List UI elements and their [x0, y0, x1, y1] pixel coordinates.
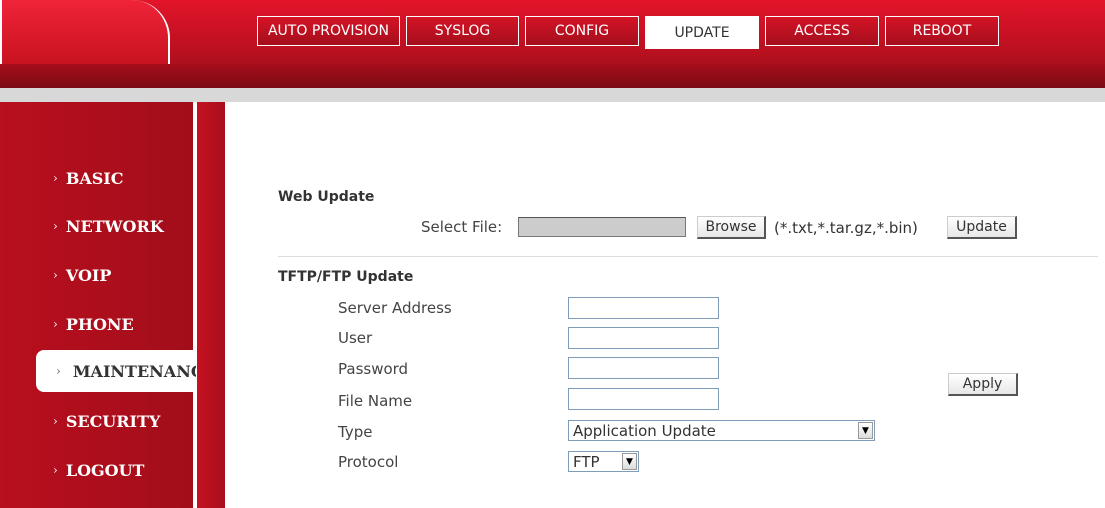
top-tabs: AUTO PROVISION SYSLOG CONFIG UPDATE ACCE… — [257, 16, 999, 49]
type-select-value: Application Update — [573, 421, 716, 440]
chevron-right-icon: › — [53, 219, 58, 233]
chevron-right-icon: › — [53, 463, 58, 477]
tab-config[interactable]: CONFIG — [525, 16, 639, 46]
browse-button[interactable]: Browse — [697, 216, 766, 239]
tab-update[interactable]: UPDATE — [645, 16, 759, 49]
sidebar-item-basic[interactable]: › BASIC — [0, 158, 193, 198]
file-type-hint: (*.txt,*.tar.gz,*.bin) — [774, 219, 918, 237]
chevron-right-icon: › — [53, 171, 58, 185]
sidebar-item-label: VOIP — [65, 265, 112, 285]
tab-access[interactable]: ACCESS — [765, 16, 879, 46]
header-bottom-band — [0, 64, 1105, 88]
server-address-input[interactable] — [568, 297, 719, 319]
sidebar-item-logout[interactable]: › LOGOUT — [0, 450, 193, 490]
sidebar-item-phone[interactable]: › PHONE — [0, 304, 193, 344]
protocol-select[interactable]: FTP ▼ — [568, 451, 639, 472]
section-divider — [278, 256, 1098, 257]
sidebar-item-label: NETWORK — [65, 216, 164, 236]
password-input[interactable] — [568, 357, 719, 379]
file-path-field[interactable] — [518, 217, 686, 237]
chevron-right-icon: › — [53, 268, 58, 282]
logo-curve — [0, 0, 170, 64]
sidebar-item-label: PHONE — [65, 314, 134, 334]
protocol-label: Protocol — [338, 453, 399, 471]
sidebar-item-label: BASIC — [65, 168, 124, 188]
chevron-right-icon: › — [53, 414, 58, 428]
tab-auto-provision[interactable]: AUTO PROVISION — [257, 16, 400, 46]
chevron-down-icon[interactable]: ▼ — [622, 453, 637, 470]
file-name-input[interactable] — [568, 388, 719, 410]
apply-button[interactable]: Apply — [948, 373, 1018, 396]
user-input[interactable] — [568, 327, 719, 349]
type-select[interactable]: Application Update ▼ — [568, 420, 875, 441]
password-label: Password — [338, 360, 409, 378]
sidebar-item-label: MAINTENANCE — [72, 361, 196, 381]
top-header: AUTO PROVISION SYSLOG CONFIG UPDATE ACCE… — [0, 0, 1105, 88]
select-file-label: Select File: — [421, 218, 503, 236]
server-address-label: Server Address — [338, 299, 452, 317]
chevron-right-icon: › — [53, 317, 58, 331]
chevron-right-icon: › — [56, 364, 61, 378]
tftp-update-title: TFTP/FTP Update — [278, 269, 414, 285]
chevron-down-icon[interactable]: ▼ — [858, 422, 873, 439]
tab-reboot[interactable]: REBOOT — [885, 16, 999, 46]
header-separator — [0, 88, 1105, 102]
protocol-select-value: FTP — [573, 452, 600, 471]
user-label: User — [338, 329, 373, 347]
sidebar-item-maintenance[interactable]: › MAINTENANCE — [36, 350, 196, 392]
tab-syslog[interactable]: SYSLOG — [406, 16, 519, 46]
sidebar-item-security[interactable]: › SECURITY — [0, 401, 193, 441]
web-update-title: Web Update — [278, 189, 375, 205]
sidebar-item-label: LOGOUT — [65, 460, 145, 480]
sidebar-item-network[interactable]: › NETWORK — [0, 206, 193, 246]
sidebar-item-label: SECURITY — [65, 411, 161, 431]
sidebar-edge — [197, 102, 225, 508]
type-label: Type — [338, 423, 373, 441]
file-name-label: File Name — [338, 392, 413, 410]
sidebar-item-voip[interactable]: › VOIP — [0, 255, 193, 295]
update-button[interactable]: Update — [947, 216, 1017, 239]
